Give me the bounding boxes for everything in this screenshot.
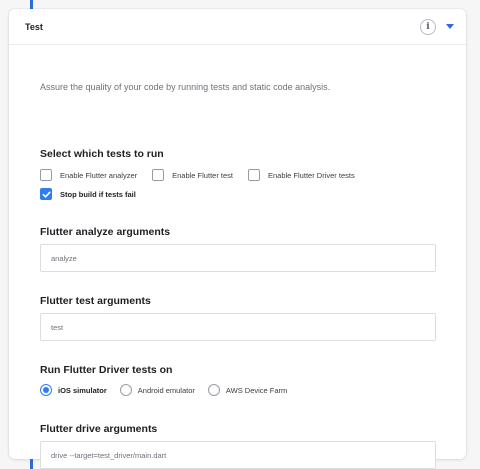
driver-target-radio-group: iOS simulator Android emulator AWS Devic… <box>40 384 300 396</box>
info-icon[interactable]: i <box>420 18 436 35</box>
checkbox-label: Enable Flutter Driver tests <box>268 170 355 180</box>
analyze-args-heading: Flutter analyze arguments <box>40 226 171 238</box>
checkbox-box-checked[interactable] <box>40 188 52 200</box>
timeline-line-top <box>30 0 33 9</box>
radio-ios-simulator[interactable]: iOS simulator <box>40 384 107 396</box>
stop-build-row: Stop build if tests fail <box>40 188 151 200</box>
checkbox-flutter-analyzer[interactable]: Enable Flutter analyzer <box>40 169 137 181</box>
radio-label: Android emulator <box>137 385 195 395</box>
drive-args-input[interactable] <box>40 441 436 469</box>
analyze-args-input[interactable] <box>40 244 436 272</box>
radio-button-selected[interactable] <box>40 384 52 396</box>
radio-button[interactable] <box>207 384 220 396</box>
drive-args-heading: Flutter drive arguments <box>40 423 158 435</box>
section-description: Assure the quality of your code by runni… <box>40 82 331 92</box>
tests-checkbox-row: Enable Flutter analyzer Enable Flutter t… <box>40 169 370 181</box>
caret-down-icon[interactable] <box>446 24 454 29</box>
card-header[interactable]: Test i <box>9 9 466 45</box>
checkbox-stop-build[interactable]: Stop build if tests fail <box>40 188 136 200</box>
radio-label: iOS simulator <box>58 385 107 395</box>
radio-button[interactable] <box>119 384 132 396</box>
radio-label: AWS Device Farm <box>225 385 288 395</box>
checkbox-box[interactable] <box>152 169 165 181</box>
radio-android-emulator[interactable]: Android emulator <box>119 384 195 396</box>
test-args-heading: Flutter test arguments <box>40 295 151 307</box>
checkbox-label: Stop build if tests fail <box>60 189 136 199</box>
test-args-input[interactable] <box>40 313 436 341</box>
checkbox-label: Enable Flutter analyzer <box>60 170 138 180</box>
card-title: Test <box>25 21 43 32</box>
checkbox-flutter-test[interactable]: Enable Flutter test <box>152 169 233 181</box>
checkbox-box[interactable] <box>40 169 52 181</box>
timeline-line-bottom <box>30 459 33 469</box>
checkbox-box[interactable] <box>248 169 260 181</box>
test-settings-card: Test i Assure the quality of your code b… <box>9 9 466 469</box>
tests-heading: Select which tests to run <box>40 148 164 160</box>
checkbox-label: Enable Flutter test <box>172 170 233 180</box>
driver-target-heading: Run Flutter Driver tests on <box>40 364 173 376</box>
checkmark-icon <box>42 191 51 198</box>
header-actions: i <box>420 18 454 35</box>
checkbox-flutter-driver-tests[interactable]: Enable Flutter Driver tests <box>248 169 355 181</box>
radio-aws-device-farm[interactable]: AWS Device Farm <box>207 384 288 396</box>
